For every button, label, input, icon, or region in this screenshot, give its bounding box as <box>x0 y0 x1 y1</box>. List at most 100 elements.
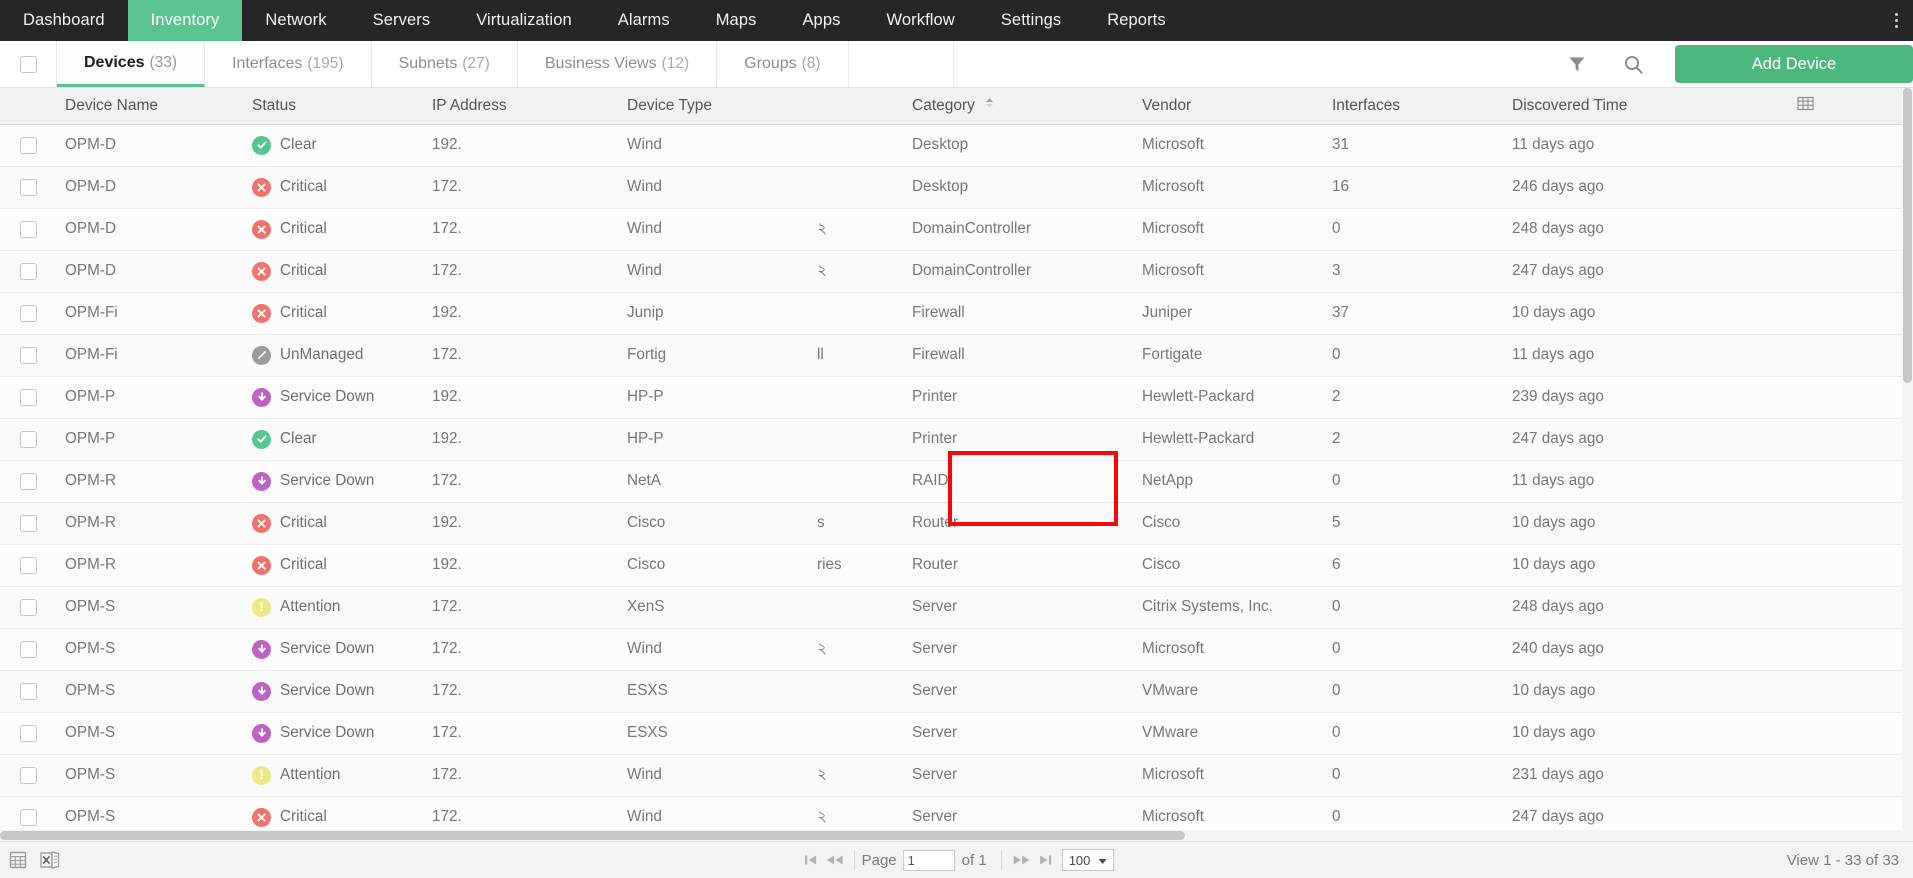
critical-icon <box>252 555 271 575</box>
row-checkbox[interactable] <box>20 472 37 490</box>
cell-device-type-overflow <box>817 376 912 419</box>
cell-interfaces: 0 <box>1332 586 1512 629</box>
table-row[interactable]: OPM-S! Attention 172. Wind ২ Server Microsoft 0… <box>0 754 1902 797</box>
column-chooser-button[interactable] <box>1797 88 1902 125</box>
cell-device-name: OPM-S <box>57 628 252 671</box>
cell-status: Clear <box>252 124 432 167</box>
add-device-button[interactable]: Add Device <box>1675 45 1913 83</box>
row-checkbox[interactable] <box>20 388 37 406</box>
row-checkbox[interactable] <box>20 136 37 154</box>
column-header-discovered-time[interactable]: Discovered Time <box>1512 88 1797 125</box>
row-checkbox[interactable] <box>20 514 37 532</box>
horizontal-scrollbar[interactable] <box>0 830 1913 841</box>
nav-item-network[interactable]: Network <box>242 0 349 41</box>
tab-subnets[interactable]: Subnets (27) <box>372 41 518 87</box>
page-number-input[interactable] <box>902 849 955 871</box>
row-checkbox[interactable] <box>20 724 37 742</box>
nav-item-workflow[interactable]: Workflow <box>863 0 977 41</box>
nav-item-apps[interactable]: Apps <box>779 0 863 41</box>
table-row[interactable]: OPM-D Critical 172. Wind ২ DomainController Mi… <box>0 208 1902 251</box>
column-header-ip-address[interactable]: IP Address <box>432 88 627 125</box>
row-checkbox[interactable] <box>20 178 37 196</box>
row-checkbox[interactable] <box>20 556 37 574</box>
cell-vendor: Microsoft <box>1142 166 1332 209</box>
cell-ip-address: 172. <box>432 250 627 293</box>
table-row[interactable]: OPM-R Service Down 172. NetA RAID NetApp 0 11 d… <box>0 460 1902 503</box>
table-row[interactable]: OPM-R Critical 192. Cisco s Router Cisco 5 10 da… <box>0 502 1902 545</box>
cell-status: UnManaged <box>252 334 432 377</box>
column-header-vendor[interactable]: Vendor <box>1142 88 1332 125</box>
nav-item-settings[interactable]: Settings <box>978 0 1084 41</box>
cell-device-type: Wind <box>627 754 817 797</box>
row-checkbox[interactable] <box>20 430 37 448</box>
column-header-interfaces[interactable]: Interfaces <box>1332 88 1512 125</box>
nav-item-inventory[interactable]: Inventory <box>127 0 243 41</box>
row-checkbox[interactable] <box>20 262 37 280</box>
nav-item-dashboard[interactable]: Dashboard <box>0 0 128 41</box>
devices-table: Device Name Status IP Address Device Typ… <box>0 88 1902 839</box>
table-row[interactable]: OPM-D Critical 172. Wind ২ DomainController Mi… <box>0 250 1902 293</box>
first-page-icon[interactable] <box>799 847 823 873</box>
next-page-icon[interactable] <box>1009 847 1033 873</box>
search-icon[interactable] <box>1605 41 1661 88</box>
cell-category: Printer <box>912 418 1142 461</box>
status-badge: Service Down <box>252 723 432 743</box>
last-page-icon[interactable] <box>1033 847 1057 873</box>
export-excel-icon[interactable] <box>40 851 60 869</box>
cell-discovered-time: 247 days ago <box>1512 418 1797 461</box>
horizontal-scrollbar-thumb[interactable] <box>0 831 1185 840</box>
service-down-icon <box>252 681 271 701</box>
nav-item-servers[interactable]: Servers <box>350 0 454 41</box>
table-row[interactable]: OPM-D Critical 172. Wind Desktop Microsoft 16 2… <box>0 166 1902 209</box>
column-header-category[interactable]: Category <box>912 88 1142 125</box>
row-checkbox[interactable] <box>20 304 37 322</box>
filter-icon[interactable] <box>1549 41 1605 88</box>
vertical-scrollbar[interactable] <box>1902 88 1913 841</box>
nav-item-alarms[interactable]: Alarms <box>595 0 693 41</box>
table-row[interactable]: OPM-S Service Down 172. ESXS Server VMware 0 10… <box>0 712 1902 755</box>
tab-business-views[interactable]: Business Views (12) <box>518 41 718 87</box>
cell-vendor: VMware <box>1142 712 1332 755</box>
header-row: Device Name Status IP Address Device Typ… <box>0 88 1902 125</box>
column-header-device-name[interactable]: Device Name <box>57 88 252 125</box>
row-checkbox[interactable] <box>20 682 37 700</box>
cell-category: Server <box>912 754 1142 797</box>
row-checkbox[interactable] <box>20 220 37 238</box>
table-row[interactable]: OPM-Fi Critical 192. Junip Firewall Juniper 37… <box>0 292 1902 335</box>
cell-status: Service Down <box>252 460 432 503</box>
row-checkbox[interactable] <box>20 640 37 658</box>
nav-item-virtualization[interactable]: Virtualization <box>453 0 595 41</box>
nav-item-reports[interactable]: Reports <box>1084 0 1188 41</box>
cell-device-type-overflow <box>817 586 912 629</box>
table-row[interactable]: OPM-P Service Down 192. HP-P Printer Hewlett-… <box>0 376 1902 419</box>
row-checkbox[interactable] <box>20 766 37 784</box>
page-size-select[interactable]: 100 <box>1061 849 1115 871</box>
vertical-scrollbar-thumb[interactable] <box>1903 88 1912 383</box>
pager-divider-right <box>1000 850 1002 870</box>
table-row[interactable]: OPM-P Clear 192. HP-P Printer Hewlett-Packard… <box>0 418 1902 461</box>
cell-discovered-time: 10 days ago <box>1512 292 1797 335</box>
cell-ip-address: 172. <box>432 712 627 755</box>
table-row[interactable]: OPM-R Critical 192. Cisco ries Router Cisco 6 10… <box>0 544 1902 587</box>
tab-devices[interactable]: Devices (33) <box>57 41 206 87</box>
column-header-device-type[interactable]: Device Type <box>627 88 817 125</box>
select-all-checkbox[interactable] <box>19 55 37 73</box>
export-grid-icon[interactable] <box>9 851 27 869</box>
tab-interfaces[interactable]: Interfaces (195) <box>205 41 372 87</box>
table-row[interactable]: OPM-S Service Down 172. ESXS Server VMware 0 10… <box>0 670 1902 713</box>
row-checkbox[interactable] <box>20 346 37 364</box>
nav-item-maps[interactable]: Maps <box>693 0 780 41</box>
table-row[interactable]: OPM-S! Attention 172. XenS Server Citrix Syst… <box>0 586 1902 629</box>
column-header-status[interactable]: Status <box>252 88 432 125</box>
cell-interfaces: 16 <box>1332 166 1512 209</box>
overflow-menu-icon[interactable] <box>1879 0 1913 41</box>
tab-groups[interactable]: Groups (8) <box>717 41 849 87</box>
row-checkbox[interactable] <box>20 598 37 616</box>
row-checkbox[interactable] <box>20 808 37 826</box>
select-all-cell <box>0 41 57 87</box>
table-row[interactable]: OPM-S Service Down 172. Wind ২ Server Microsof… <box>0 628 1902 671</box>
table-row[interactable]: OPM-Fi UnManaged 172. Fortig ll Firewall Forti… <box>0 334 1902 377</box>
prev-page-icon[interactable] <box>823 847 847 873</box>
unmanaged-icon <box>252 345 271 365</box>
table-row[interactable]: OPM-D Clear 192. Wind Desktop Microsoft 31 11 d… <box>0 124 1902 167</box>
